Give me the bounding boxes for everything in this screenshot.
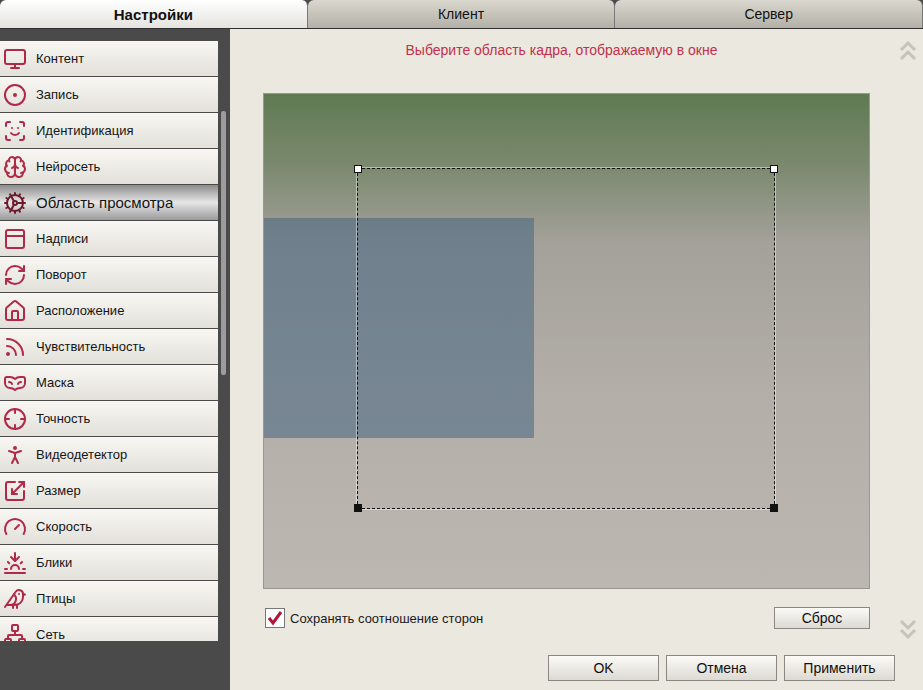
sidebar-item[interactable]: Блики [0,545,218,580]
sidebar-item[interactable]: Размер [0,473,218,508]
main-panel: Выберите область кадра, отображаемую в о… [230,29,923,690]
tab[interactable]: Клиент [308,0,616,28]
scroll-up-icon[interactable] [899,39,917,65]
rotate-icon [3,263,27,287]
monitor-icon [3,47,27,71]
dialog-buttons: OK Отмена Применить [230,641,923,690]
house-icon [3,299,27,323]
bird-icon [3,587,27,611]
resize-handle[interactable] [354,504,362,512]
sidebar-item[interactable]: Контент [0,41,218,76]
network-icon [3,623,27,642]
glare-icon [3,551,27,575]
sidebar: КонтентЗаписьИдентификацияНейросетьОблас… [0,29,230,690]
size-icon [3,479,27,503]
sidebar-item[interactable]: Сеть [0,617,218,641]
crop-selection[interactable] [357,168,776,510]
person-icon [3,443,27,467]
dialog-button[interactable]: Отмена [666,655,777,681]
resize-handle[interactable] [770,504,778,512]
resize-handle[interactable] [770,165,778,173]
sidebar-item[interactable]: Скорость [0,509,218,544]
brain-icon [3,155,27,179]
gauge-icon [3,515,27,539]
sidebar-item[interactable]: Надписи [0,221,218,256]
sidebar-list: КонтентЗаписьИдентификацияНейросетьОблас… [0,29,218,641]
sidebar-item[interactable]: Птицы [0,581,218,616]
panel-title: Выберите область кадра, отображаемую в о… [230,40,893,60]
scroll-thumb[interactable] [221,111,226,375]
face-icon [3,119,27,143]
keep-aspect-checkbox[interactable]: Сохранять соотношение сторон [265,608,483,628]
sidebar-scrollbar[interactable] [218,29,230,641]
sidebar-item[interactable]: Видеодетектор [0,437,218,472]
mask-icon [3,371,27,395]
resize-handle[interactable] [354,165,362,173]
sidebar-item[interactable]: Поворот [0,257,218,292]
sidebar-item[interactable]: Область просмотра [0,185,218,220]
crosshair-icon [3,407,27,431]
sensitivity-icon [3,335,27,359]
tab[interactable]: Настройки [0,0,308,28]
reset-button[interactable]: Сброс [774,607,870,629]
sidebar-item[interactable]: Чувствительность [0,329,218,364]
tab-bar: НастройкиКлиентСервер [0,0,923,29]
caption-icon [3,227,27,251]
dialog-button[interactable]: OK [548,655,659,681]
video-frame [263,93,870,589]
tab[interactable]: Сервер [615,0,923,28]
sidebar-item[interactable]: Расположение [0,293,218,328]
check-icon [267,610,283,626]
record-icon [3,83,27,107]
dialog-button[interactable]: Применить [784,655,895,681]
checkbox-box[interactable] [265,608,285,628]
sidebar-item[interactable]: Маска [0,365,218,400]
settings-window: НастройкиКлиентСерверКонтентЗаписьИденти… [0,0,923,690]
sidebar-item[interactable]: Запись [0,77,218,112]
scroll-down-icon[interactable] [899,615,917,641]
sidebar-item[interactable]: Идентификация [0,113,218,148]
sidebar-item[interactable]: Нейросеть [0,149,218,184]
gear-icon [3,191,27,215]
sidebar-item[interactable]: Точность [0,401,218,436]
